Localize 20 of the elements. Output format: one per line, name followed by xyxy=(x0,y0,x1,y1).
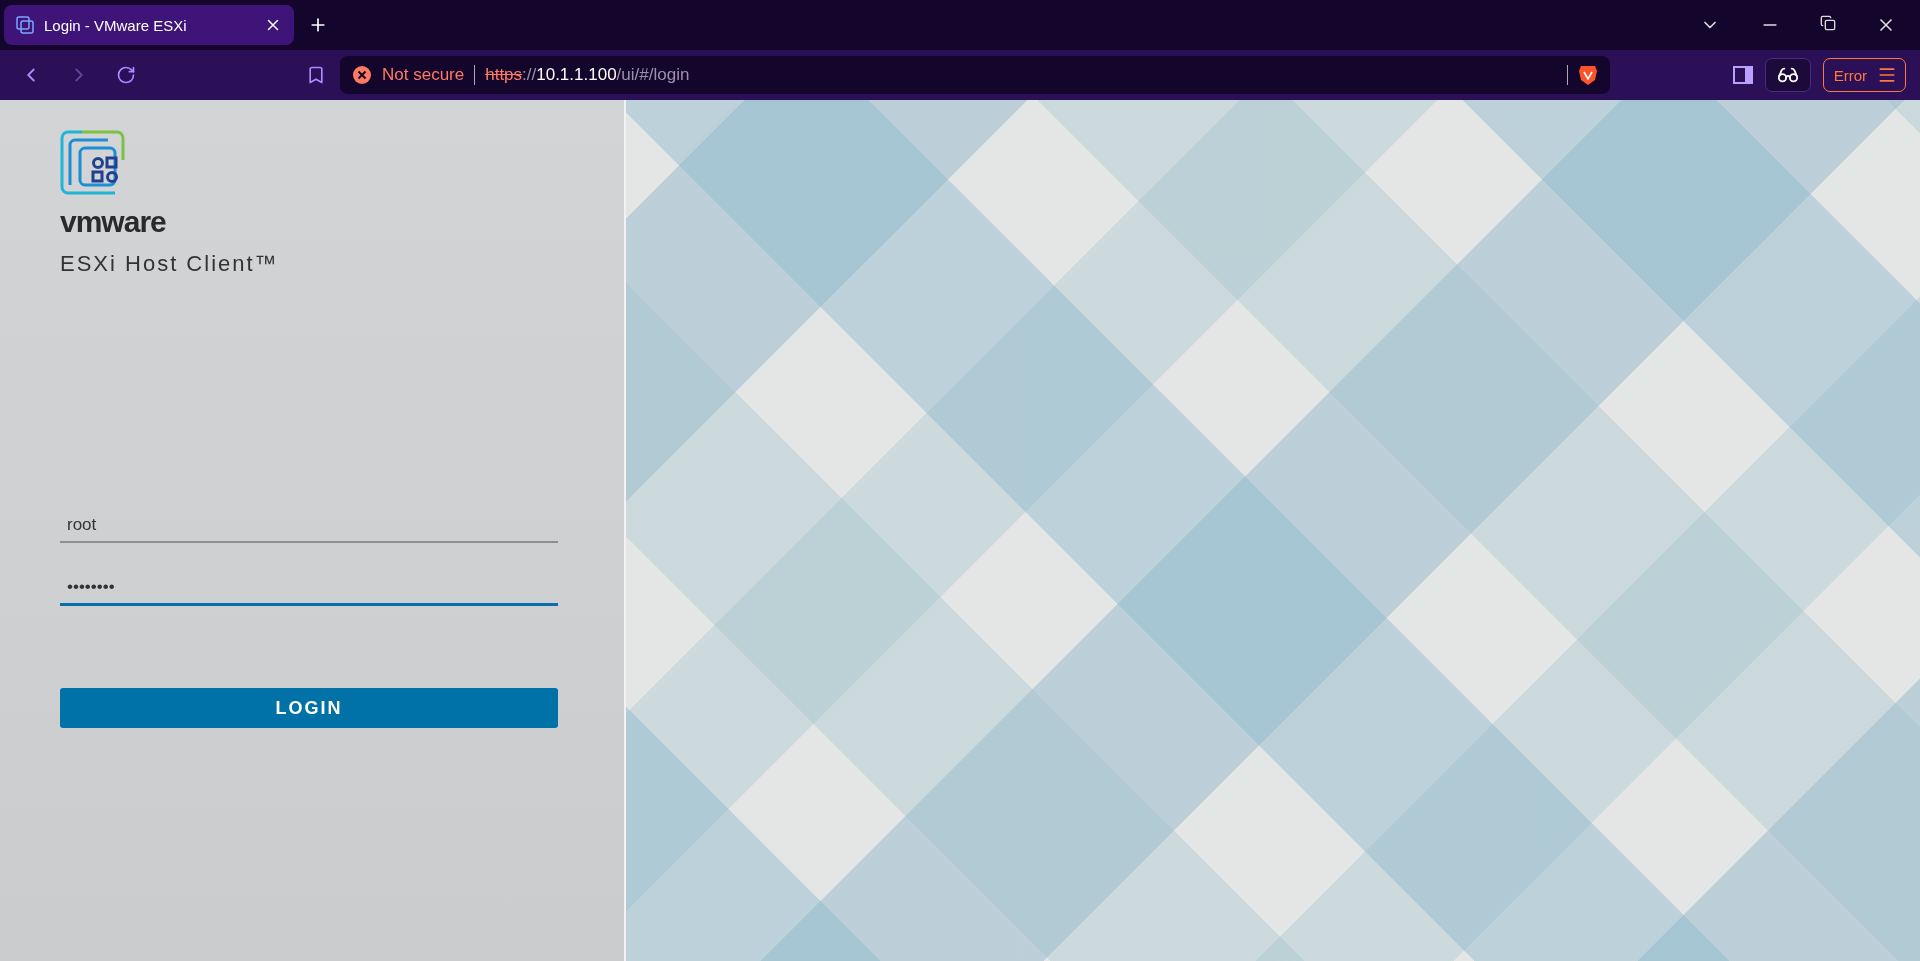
browser-tab[interactable]: Login - VMware ESXi xyxy=(4,5,294,45)
bookmark-icon[interactable] xyxy=(306,65,326,85)
security-label[interactable]: Not secure xyxy=(382,65,465,85)
app-logo-icon xyxy=(60,130,125,195)
restore-icon[interactable] xyxy=(1820,15,1836,31)
login-button[interactable]: LOGIN xyxy=(60,688,558,728)
tab-title: Login - VMware ESXi xyxy=(44,16,188,34)
sidebar-icon[interactable] xyxy=(1732,66,1753,84)
address-bar[interactable]: Not secure https://10.1.1.100/ui/#/login xyxy=(340,56,1610,94)
url-text: https://10.1.1.100/ui/#/login xyxy=(485,65,690,85)
username-field[interactable]: root xyxy=(60,509,558,543)
error-label: Error xyxy=(1833,66,1867,84)
error-button[interactable]: Error xyxy=(1822,58,1906,92)
brand-wordmark: vmware xyxy=(60,205,166,239)
reload-icon xyxy=(116,65,136,85)
menu-icon xyxy=(1877,65,1897,85)
password-field[interactable]: •••••••• xyxy=(60,571,558,606)
glasses-button[interactable] xyxy=(1764,58,1811,92)
product-name: ESXi Host Client™ xyxy=(60,251,279,277)
warning-icon xyxy=(352,65,372,85)
